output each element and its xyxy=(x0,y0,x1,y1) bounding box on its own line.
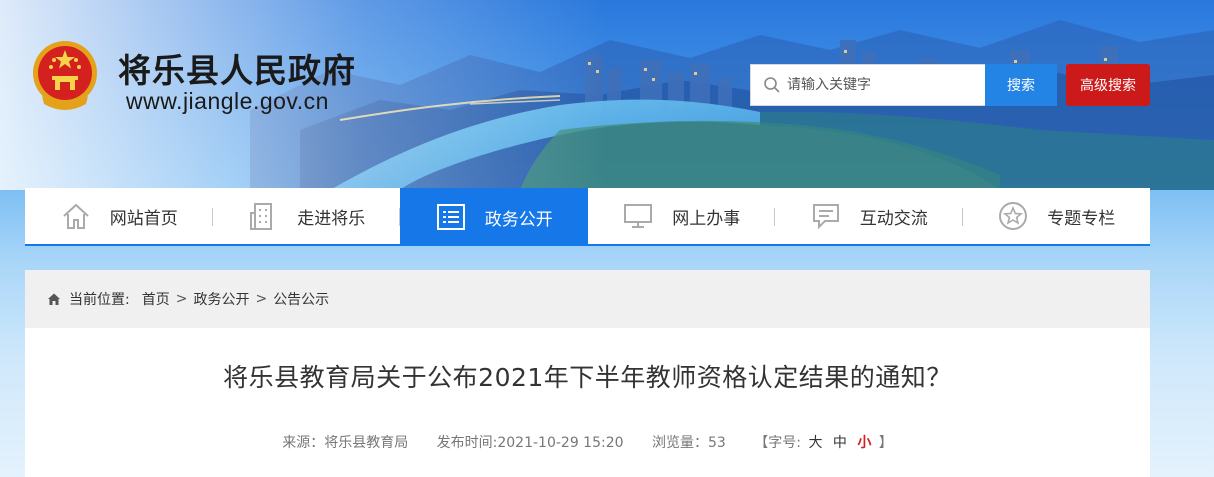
main-nav: 网站首页 走进将乐 政务公开 网上办事 互动交流 专题专栏 xyxy=(25,188,1150,246)
search-box xyxy=(750,64,985,106)
nav-item-gov-affairs[interactable]: 政务公开 xyxy=(400,188,588,246)
search-icon xyxy=(764,77,780,93)
national-emblem-icon xyxy=(30,38,100,114)
breadcrumb-announcements[interactable]: 公告公示 xyxy=(273,289,329,309)
font-size-large-button[interactable]: 大 xyxy=(808,435,822,451)
home-icon xyxy=(48,293,60,305)
advanced-search-button[interactable]: 高级搜索 xyxy=(1066,64,1150,106)
breadcrumb-home[interactable]: 首页 xyxy=(142,289,170,309)
breadcrumb-separator: > xyxy=(255,291,268,307)
home-icon xyxy=(60,200,92,232)
building-icon xyxy=(247,200,279,232)
nav-item-online-service[interactable]: 网上办事 xyxy=(588,188,775,244)
nav-item-about[interactable]: 走进将乐 xyxy=(213,188,400,244)
nav-item-home[interactable]: 网站首页 xyxy=(25,188,213,244)
site-url[interactable]: www.jiangle.gov.cn xyxy=(126,88,329,115)
article-view-count: 浏览量：53 xyxy=(651,435,726,451)
nav-label: 网站首页 xyxy=(109,208,178,229)
article-meta: 来源：将乐县教育局 发布时间:2021-10-29 15:20 浏览量：53 【… xyxy=(25,432,1150,452)
font-size-control: 【字号: 大 中 小 】 xyxy=(754,435,893,451)
chat-icon xyxy=(810,200,842,232)
article-title: 将乐县教育局关于公布2021年下半年教师资格认定结果的通知？ xyxy=(223,363,952,392)
font-size-label: 【字号: xyxy=(754,435,801,451)
article-panel: 当前位置: 首页 > 政务公开 > 公告公示 将乐县教育局关于公布2021年下半… xyxy=(25,270,1150,477)
list-icon xyxy=(435,201,467,233)
nav-label: 政务公开 xyxy=(484,209,553,230)
nav-label: 走进将乐 xyxy=(297,208,366,229)
site-title: 将乐县人民政府 xyxy=(118,51,356,90)
search-input[interactable] xyxy=(787,77,977,93)
font-size-small-button[interactable]: 小 xyxy=(857,435,871,451)
nav-item-topics[interactable]: 专题专栏 xyxy=(963,188,1151,244)
breadcrumb-prefix: 当前位置: xyxy=(69,292,130,308)
nav-item-interaction[interactable]: 互动交流 xyxy=(775,188,963,244)
breadcrumb-gov-affairs[interactable]: 政务公开 xyxy=(193,289,249,309)
font-size-medium-button[interactable]: 中 xyxy=(833,435,847,451)
monitor-icon xyxy=(622,200,654,232)
article-source: 来源：将乐县教育局 xyxy=(282,435,409,451)
nav-label: 网上办事 xyxy=(672,208,741,229)
search-button[interactable]: 搜索 xyxy=(985,64,1057,106)
nav-label: 专题专栏 xyxy=(1047,208,1116,229)
nav-label: 互动交流 xyxy=(859,208,928,229)
star-icon xyxy=(997,200,1029,232)
article-publish-time: 发布时间:2021-10-29 15:20 xyxy=(436,435,624,451)
font-size-bracket: 】 xyxy=(878,435,893,451)
breadcrumb-separator: > xyxy=(175,291,188,307)
breadcrumb: 当前位置: 首页 > 政务公开 > 公告公示 xyxy=(25,270,1150,328)
